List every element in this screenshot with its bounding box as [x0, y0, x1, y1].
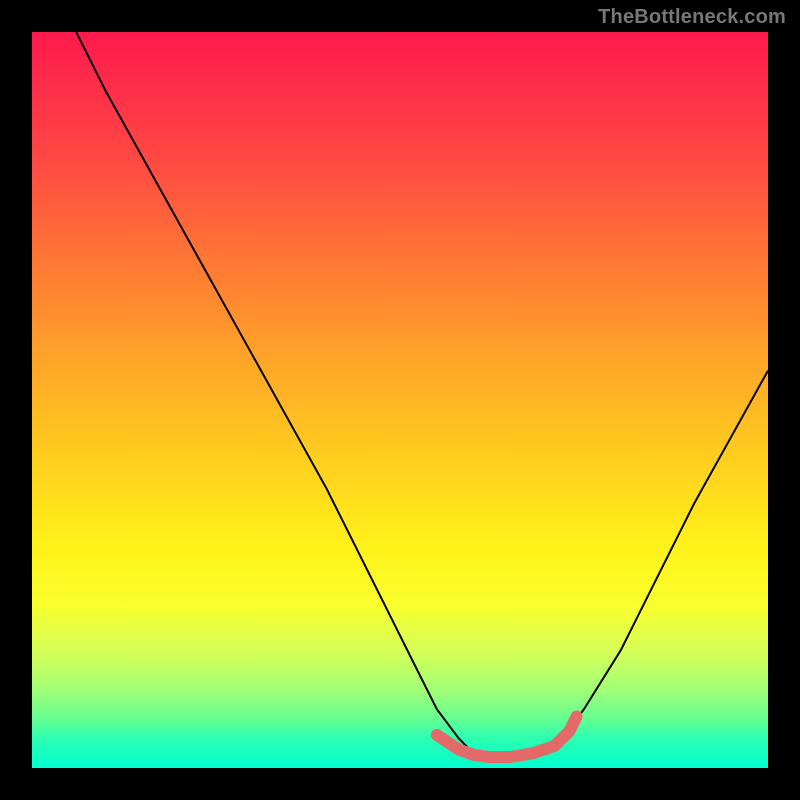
- chart-frame: TheBottleneck.com: [0, 0, 800, 800]
- bottleneck-curve: [76, 32, 768, 757]
- chart-svg: [32, 32, 768, 768]
- plot-area: [32, 32, 768, 768]
- watermark-text: TheBottleneck.com: [598, 6, 786, 29]
